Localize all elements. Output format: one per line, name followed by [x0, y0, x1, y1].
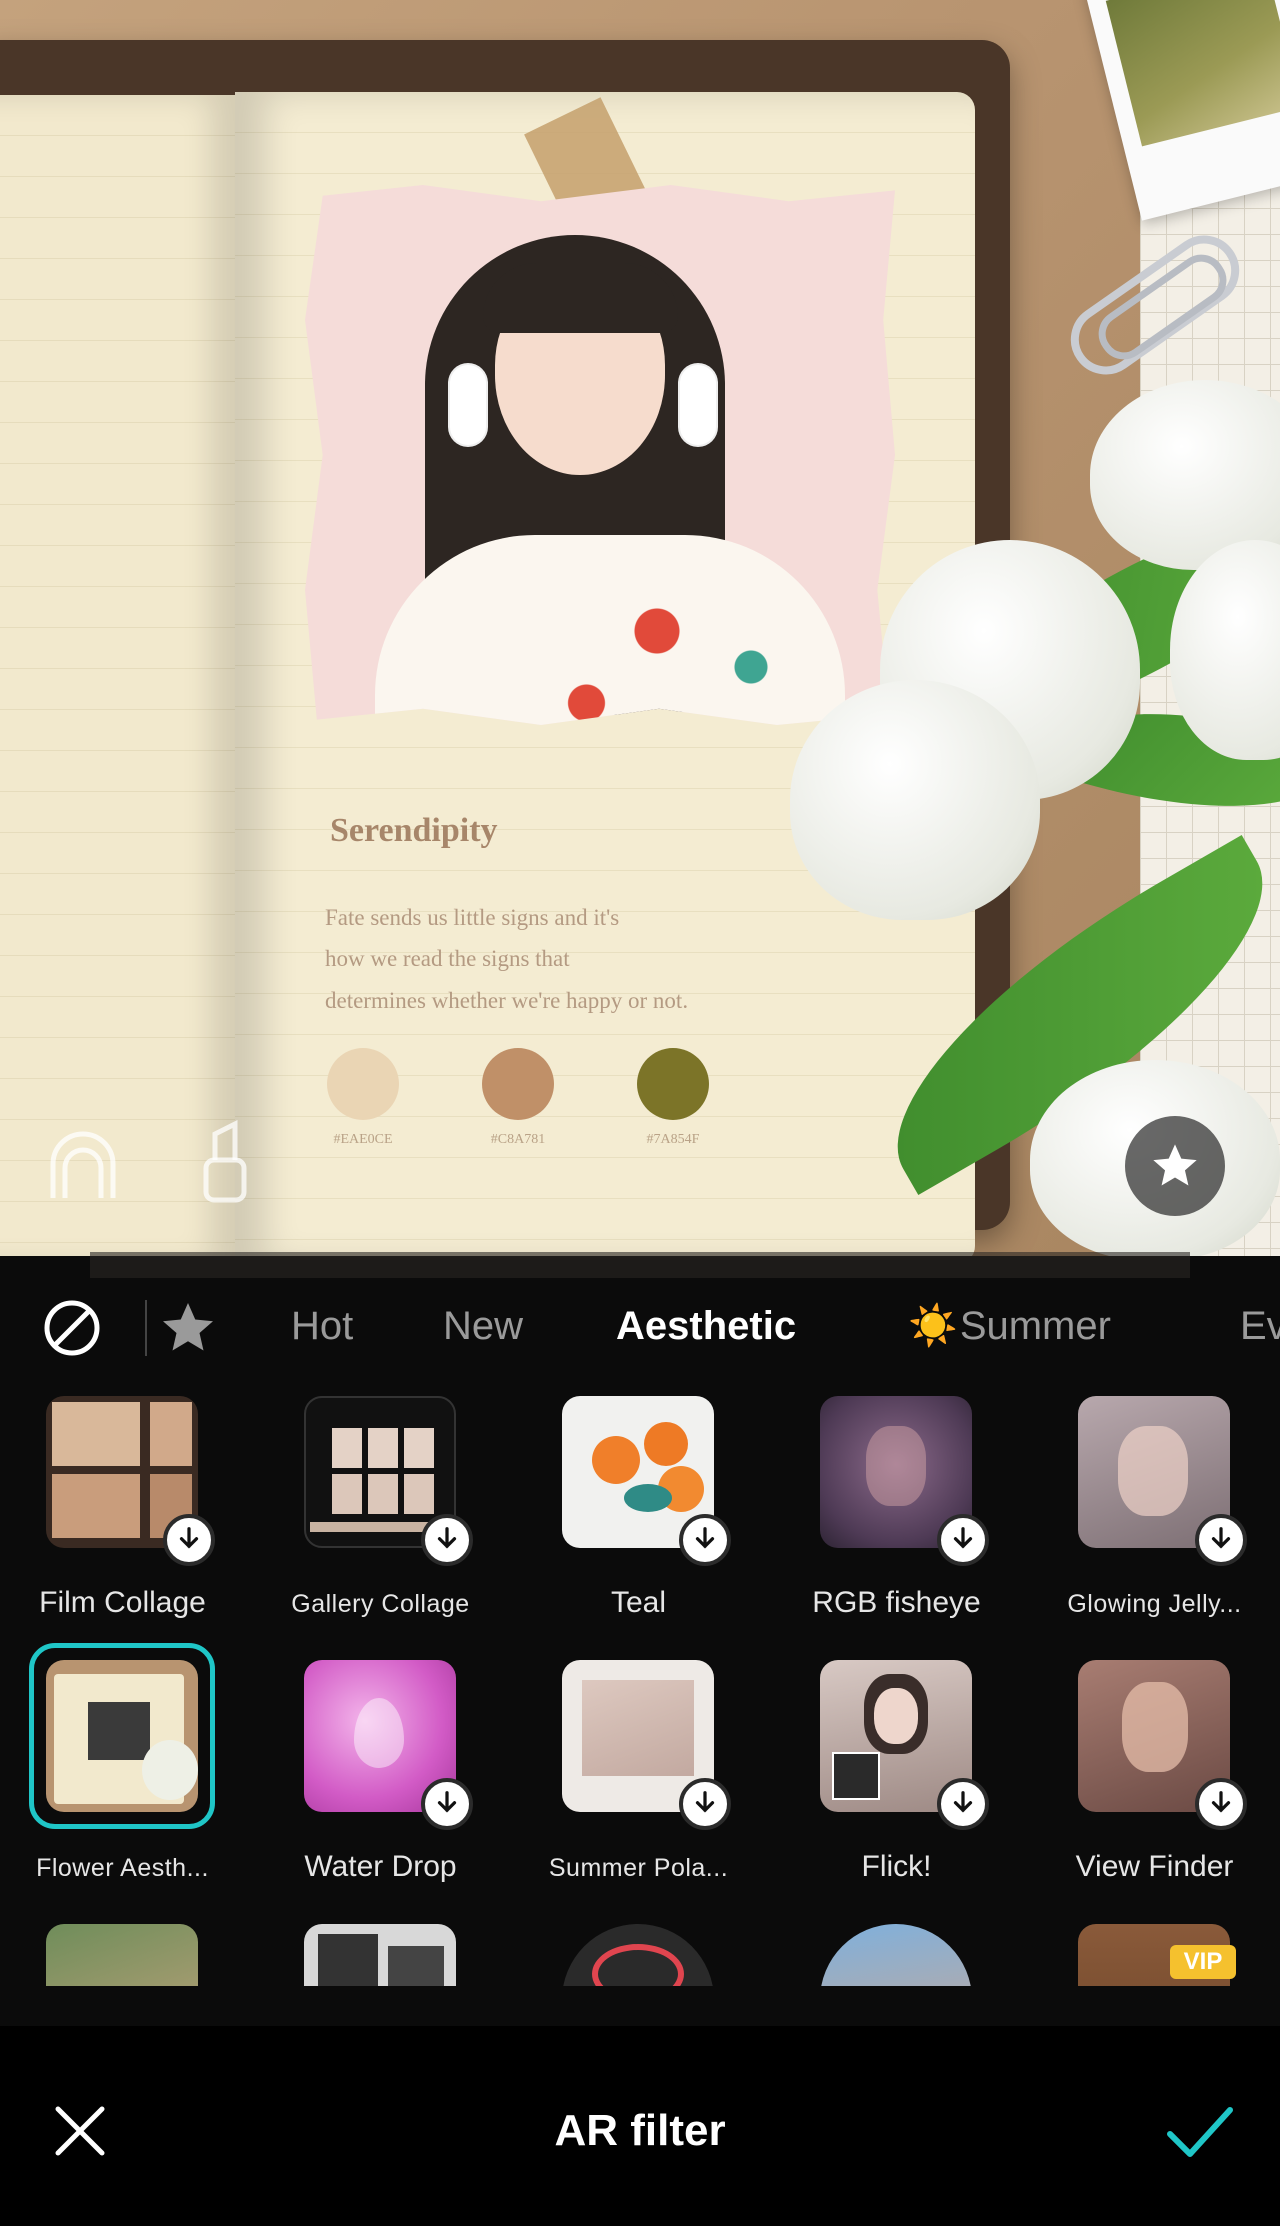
download-button[interactable] — [679, 1514, 731, 1566]
download-icon — [953, 1791, 973, 1813]
filter-item-water-drop[interactable]: Water Drop — [258, 1660, 478, 1910]
filter-thumbnail — [820, 1924, 972, 1986]
filter-item-gallery-collage[interactable]: Gallery Collage — [258, 1396, 478, 1646]
sun-icon: ☀️ — [908, 1304, 958, 1348]
filter-item-flick[interactable]: Flick! — [774, 1660, 994, 1910]
filter-item-rgb-fisheye[interactable]: RGB fisheye — [774, 1396, 994, 1646]
polaroid-photo — [1083, 0, 1280, 221]
download-button[interactable] — [163, 1514, 215, 1566]
filter-item-view-finder[interactable]: View Finder — [1032, 1660, 1252, 1910]
download-icon — [179, 1527, 199, 1549]
tab-favorites[interactable] — [158, 1298, 218, 1358]
tab-aesthetic[interactable]: Aesthetic — [616, 1296, 796, 1356]
download-button[interactable] — [1195, 1514, 1247, 1566]
filter-item-flower-aesthetic[interactable]: Flower Aesth... — [0, 1643, 220, 1910]
tulip-bouquet — [790, 380, 1280, 1256]
filter-item-partial[interactable] — [258, 1924, 478, 1986]
filter-item-summer-polaroid[interactable]: Summer Pola... — [516, 1660, 736, 1910]
notebook-text-line: how we read the signs that — [325, 946, 570, 971]
filter-item-glowing-jelly[interactable]: Glowing Jelly... — [1032, 1396, 1252, 1646]
lipstick-icon — [203, 1120, 247, 1203]
filter-thumbnail — [562, 1924, 714, 1986]
filter-thumbnail — [46, 1660, 198, 1812]
filter-item-film-collage[interactable]: Film Collage — [0, 1396, 220, 1646]
checkmark-icon — [1167, 2107, 1233, 2157]
filter-label: Flower Aesth... — [36, 1854, 209, 1882]
download-button[interactable] — [421, 1778, 473, 1830]
makeup-button[interactable] — [200, 1120, 250, 1204]
favorite-button[interactable] — [1125, 1116, 1225, 1216]
download-icon — [1211, 1791, 1231, 1813]
star-icon — [163, 1303, 213, 1351]
color-swatch — [482, 1048, 554, 1120]
filter-panel: Hot New Aesthetic ☀️ Summer Ev Film Coll… — [0, 1252, 1280, 2026]
vip-badge: VIP — [1170, 1945, 1236, 1979]
filter-item-partial[interactable] — [516, 1924, 736, 1986]
filter-item-partial[interactable] — [774, 1924, 994, 1986]
earring-left — [450, 365, 486, 445]
tab-new[interactable]: New — [443, 1296, 523, 1356]
download-icon — [695, 1791, 715, 1813]
portrait-bangs — [483, 263, 678, 333]
tulip-flower — [790, 680, 1040, 920]
tab-hot[interactable]: Hot — [291, 1296, 353, 1356]
download-button[interactable] — [937, 1514, 989, 1566]
face-retouch-button[interactable] — [45, 1128, 121, 1204]
notebook-left-page — [0, 95, 235, 1256]
filter-label: Film Collage — [39, 1586, 206, 1619]
star-icon — [1153, 1144, 1197, 1186]
camera-preview: Serendipity Fate sends us little signs a… — [0, 0, 1280, 1256]
filter-label: Glowing Jelly... — [1067, 1590, 1242, 1618]
swatch-label: #7A854F — [646, 1132, 700, 1147]
filter-label: View Finder — [1075, 1850, 1234, 1883]
face-retouch-icon — [50, 1131, 116, 1198]
filter-thumbnail — [304, 1924, 456, 1986]
swatch-label: #EAE0CE — [333, 1132, 393, 1147]
download-button[interactable] — [679, 1778, 731, 1830]
filter-label: Water Drop — [304, 1850, 457, 1883]
tab-events[interactable]: Ev — [1240, 1296, 1280, 1356]
download-icon — [437, 1527, 457, 1549]
notebook-text-line: Fate sends us little signs and it's — [325, 905, 620, 930]
notebook-text-line: determines whether we're happy or not. — [325, 988, 689, 1013]
download-button[interactable] — [421, 1514, 473, 1566]
download-icon — [1211, 1527, 1231, 1549]
download-button[interactable] — [1195, 1778, 1247, 1830]
tab-divider — [145, 1300, 147, 1356]
no-filter-button[interactable] — [43, 1299, 101, 1357]
filter-label: Flick! — [861, 1850, 932, 1883]
category-tabs: Hot New Aesthetic ☀️ Summer Ev — [0, 1256, 1280, 1386]
screen-title: AR filter — [554, 2106, 726, 2155]
filter-thumbnail — [46, 1924, 198, 1986]
filter-item-partial[interactable] — [0, 1924, 220, 1986]
swatch-label: #C8A781 — [490, 1132, 546, 1147]
download-icon — [437, 1791, 457, 1813]
filter-label: Summer Pola... — [548, 1854, 729, 1882]
download-icon — [953, 1527, 973, 1549]
notebook-title: Serendipity — [330, 812, 498, 849]
tab-summer-label: Summer — [959, 1304, 1111, 1348]
tab-summer[interactable]: ☀️ Summer — [908, 1296, 1111, 1356]
bottom-bar: AR filter — [0, 2026, 1280, 2226]
color-swatch — [327, 1048, 399, 1120]
filter-item-teal[interactable]: Teal — [516, 1396, 736, 1646]
filter-label: Teal — [610, 1586, 667, 1619]
earring-right — [680, 365, 716, 445]
download-button[interactable] — [937, 1778, 989, 1830]
filter-label: Gallery Collage — [291, 1590, 470, 1618]
prohibited-icon — [44, 1300, 100, 1356]
color-swatch — [637, 1048, 709, 1120]
confirm-button[interactable] — [1165, 2104, 1235, 2160]
portrait-dress — [375, 535, 845, 725]
filter-label: RGB fisheye — [812, 1586, 981, 1619]
download-icon — [695, 1527, 715, 1549]
